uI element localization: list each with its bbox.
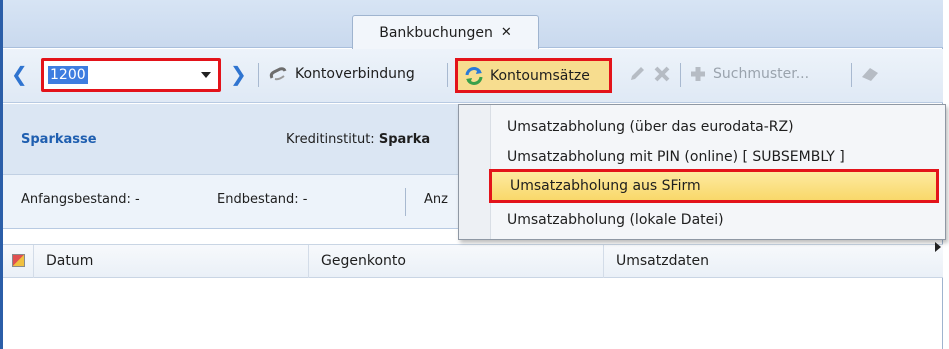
tab-bankbuchungen[interactable]: Bankbuchungen ✕ — [352, 15, 539, 49]
toolbar-separator — [447, 63, 448, 87]
kontoverbindung-button[interactable]: Kontoverbindung — [269, 65, 415, 83]
suchmuster-button[interactable]: Suchmuster... — [689, 65, 809, 83]
toolbar-separator — [680, 63, 681, 87]
menu-item-pin-online[interactable]: Umsatzabholung mit PIN (online) [ SUBSEM… — [507, 145, 845, 169]
menu-item-lokale-datei[interactable]: Umsatzabholung (lokale Datei) — [507, 208, 724, 232]
anfangsbestand: Anfangsbestand: - — [21, 192, 140, 207]
kontoumsaetze-button[interactable]: Kontoumsätze — [455, 58, 612, 93]
column-datum[interactable]: Datum — [33, 245, 308, 278]
menu-item-eurodata[interactable]: Umsatzabholung (über das eurodata-RZ) — [507, 115, 794, 139]
suchmuster-label: Suchmuster... — [713, 66, 810, 82]
grid-header: Datum Gegenkonto Umsatzdaten — [3, 244, 943, 278]
pencil-icon[interactable] — [628, 65, 646, 83]
kontoumsaetze-label: Kontoumsätze — [490, 67, 590, 84]
kreditinstitut-field: Kreditinstitut: Sparka — [286, 132, 430, 147]
column-umsatzdaten[interactable]: Umsatzdaten — [603, 245, 943, 278]
chevron-right-icon[interactable]: ❯ — [230, 62, 247, 86]
link-icon — [269, 67, 287, 81]
toolbar: ❮ 1200 ❯ Kontoverbindung Kontoumsätze Su… — [3, 49, 943, 103]
tab-title: Bankbuchungen — [379, 24, 493, 41]
account-select[interactable]: 1200 — [41, 58, 221, 92]
eraser-icon[interactable] — [860, 65, 880, 83]
toolbar-separator — [851, 63, 852, 87]
menu-gutter — [459, 105, 491, 239]
kreditinstitut-label: Kreditinstitut: — [286, 132, 375, 147]
column-gegenkonto[interactable]: Gegenkonto — [308, 245, 603, 278]
account-value: 1200 — [48, 66, 88, 84]
tab-bar: Bankbuchungen ✕ — [3, 0, 943, 49]
plus-icon — [691, 67, 705, 81]
endbestand: Endbestand: - — [217, 192, 308, 207]
close-icon[interactable]: ✕ — [501, 25, 512, 40]
chevron-left-icon[interactable]: ❮ — [11, 62, 28, 86]
refresh-icon — [465, 66, 483, 85]
toolbar-separator — [258, 63, 259, 87]
delete-icon[interactable] — [653, 65, 671, 83]
menu-item-sfirm[interactable]: Umsatzabholung aus SFirm — [489, 169, 939, 203]
kontoverbindung-label: Kontoverbindung — [295, 66, 415, 82]
chevron-down-icon[interactable] — [201, 72, 211, 78]
balance-separator — [405, 188, 406, 216]
kreditinstitut-value: Sparka — [378, 132, 431, 147]
grid-settings-icon[interactable] — [12, 254, 25, 267]
app-window: Bankbuchungen ✕ ❮ 1200 ❯ Kontoverbindung — [0, 0, 946, 349]
submenu-arrow-icon — [935, 242, 941, 252]
kontoumsaetze-menu: Umsatzabholung (über das eurodata-RZ) Um… — [458, 104, 946, 240]
bank-name: Sparkasse — [21, 132, 97, 147]
anzahl-label: Anz — [424, 192, 448, 207]
